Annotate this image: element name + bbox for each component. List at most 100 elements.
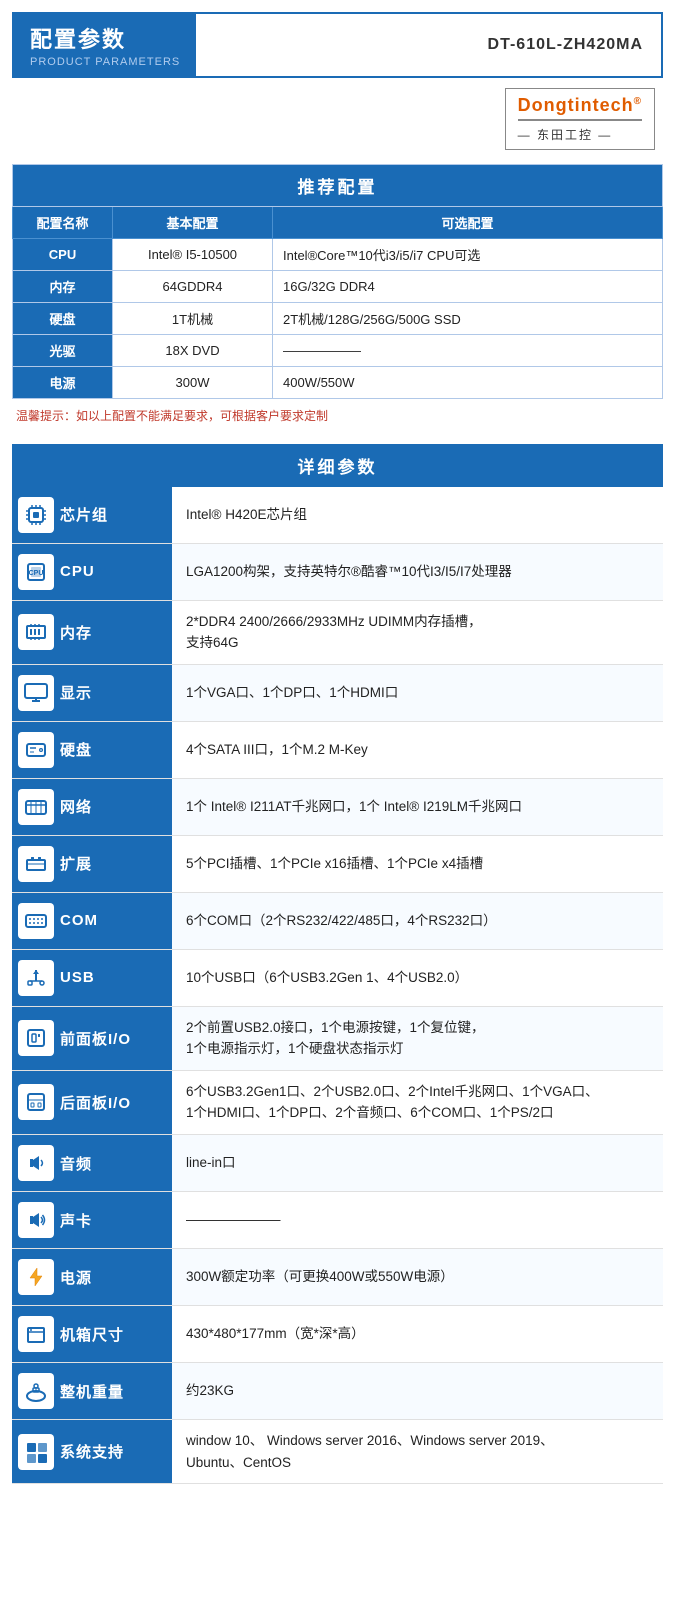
detail-icon-cell-10: 后面板I/O: [12, 1070, 172, 1134]
detail-label-4: 硬盘: [60, 739, 92, 760]
detail-icon-cell-8: USB: [12, 949, 172, 1006]
recommend-table: 推荐配置 配置名称 基本配置 可选配置 CPU Intel® I5-10500 …: [12, 164, 663, 399]
rec-name-0: CPU: [13, 238, 113, 270]
detail-row: 硬盘 4个SATA III口，1个M.2 M-Key: [12, 721, 663, 778]
detail-row: 显示 1个VGA口、1个DP口、1个HDMI口: [12, 664, 663, 721]
detail-icon-8: [18, 960, 54, 996]
detail-value-12: ———————: [172, 1192, 663, 1249]
detail-row: 音频 line-in口: [12, 1135, 663, 1192]
detail-row: 整机重量 约23KG: [12, 1363, 663, 1420]
detail-value-16: window 10、 Windows server 2016、Windows s…: [172, 1420, 663, 1484]
product-code: DT-610L-ZH420MA: [196, 14, 661, 76]
recommend-title: 推荐配置: [13, 164, 663, 206]
header-left: 配置参数 PRODUCT PARAMETERS: [14, 14, 196, 76]
detail-value-14: 430*480*177mm（宽*深*高）: [172, 1306, 663, 1363]
rec-name-4: 电源: [13, 366, 113, 398]
recommend-tip: 温馨提示：如以上配置不能满足要求，可根据客户要求定制: [16, 407, 659, 424]
detail-row: 内存 2*DDR4 2400/2666/2933MHz UDIMM内存插槽，支持…: [12, 600, 663, 664]
detail-icon-6: [18, 846, 54, 882]
detail-label-16: 系统支持: [60, 1441, 124, 1462]
detail-label-3: 显示: [60, 682, 92, 703]
detail-icon-0: [18, 497, 54, 533]
recommend-row: 硬盘 1T机械 2T机械/128G/256G/500G SSD: [13, 302, 663, 334]
rec-basic-2: 1T机械: [113, 302, 273, 334]
detail-row: 机箱尺寸 430*480*177mm（宽*深*高）: [12, 1306, 663, 1363]
rec-name-3: 光驱: [13, 334, 113, 366]
detail-label-11: 音频: [60, 1153, 92, 1174]
col-optional-header: 可选配置: [273, 206, 663, 238]
brand-sub: — 东田工控 —: [518, 126, 613, 143]
recommend-row: 光驱 18X DVD ——————: [13, 334, 663, 366]
detail-icon-cell-2: 内存: [12, 600, 172, 664]
detail-title: 详细参数: [12, 444, 663, 487]
detail-icon-10: [18, 1084, 54, 1120]
rec-optional-4: 400W/550W: [273, 366, 663, 398]
detail-label-10: 后面板I/O: [60, 1092, 131, 1113]
detail-icon-12: [18, 1202, 54, 1238]
recommend-row: 内存 64GDDR4 16G/32G DDR4: [13, 270, 663, 302]
detail-label-5: 网络: [60, 796, 92, 817]
detail-label-2: 内存: [60, 622, 92, 643]
detail-row: 扩展 5个PCI插槽、1个PCIe x16插槽、1个PCIe x4插槽: [12, 835, 663, 892]
detail-label-7: COM: [60, 912, 98, 929]
detail-value-0: Intel® H420E芯片组: [172, 487, 663, 544]
rec-name-1: 内存: [13, 270, 113, 302]
detail-icon-2: [18, 614, 54, 650]
detail-value-1: LGA1200构架，支持英特尔®酷睿™10代I3/I5/I7处理器: [172, 543, 663, 600]
detail-value-7: 6个COM口（2个RS232/422/485口，4个RS232口）: [172, 892, 663, 949]
detail-row: USB 10个USB口（6个USB3.2Gen 1、4个USB2.0）: [12, 949, 663, 1006]
detail-icon-cell-16: 系统支持: [12, 1420, 172, 1484]
detail-table: 芯片组 Intel® H420E芯片组 CPU CPU LGA1200构架，支持…: [12, 487, 663, 1485]
detail-row: 芯片组 Intel® H420E芯片组: [12, 487, 663, 544]
page-title-en: PRODUCT PARAMETERS: [30, 56, 180, 68]
detail-label-8: USB: [60, 969, 95, 986]
rec-basic-1: 64GDDR4: [113, 270, 273, 302]
detail-icon-cell-12: 声卡: [12, 1192, 172, 1249]
detail-icon-cell-7: COM: [12, 892, 172, 949]
detail-label-15: 整机重量: [60, 1381, 124, 1402]
detail-icon-cell-4: 硬盘: [12, 721, 172, 778]
rec-optional-2: 2T机械/128G/256G/500G SSD: [273, 302, 663, 334]
detail-icon-13: [18, 1259, 54, 1295]
detail-section: 详细参数 芯片组 Intel® H420E芯片组 CPU CPU LGA1200…: [12, 444, 663, 1485]
detail-row: CPU CPU LGA1200构架，支持英特尔®酷睿™10代I3/I5/I7处理…: [12, 543, 663, 600]
detail-icon-3: [18, 675, 54, 711]
detail-icon-16: [18, 1434, 54, 1470]
recommend-row: 电源 300W 400W/550W: [13, 366, 663, 398]
detail-icon-7: [18, 903, 54, 939]
detail-value-11: line-in口: [172, 1135, 663, 1192]
detail-icon-cell-6: 扩展: [12, 835, 172, 892]
detail-value-5: 1个 Intel® I211AT千兆网口，1个 Intel® I219LM千兆网…: [172, 778, 663, 835]
detail-icon-9: [18, 1020, 54, 1056]
col-basic-header: 基本配置: [113, 206, 273, 238]
detail-icon-cell-3: 显示: [12, 664, 172, 721]
detail-value-3: 1个VGA口、1个DP口、1个HDMI口: [172, 664, 663, 721]
detail-row: 前面板I/O 2个前置USB2.0接口，1个电源按键，1个复位键，1个电源指示灯…: [12, 1006, 663, 1070]
brand-logo: Dongtintech® — 东田工控 —: [505, 88, 655, 150]
detail-label-13: 电源: [60, 1267, 92, 1288]
brand-text: Dongtintech: [518, 95, 634, 115]
detail-icon-cell-14: 机箱尺寸: [12, 1306, 172, 1363]
detail-value-8: 10个USB口（6个USB3.2Gen 1、4个USB2.0）: [172, 949, 663, 1006]
detail-icon-cell-5: 网络: [12, 778, 172, 835]
detail-value-4: 4个SATA III口，1个M.2 M-Key: [172, 721, 663, 778]
rec-optional-3: ——————: [273, 334, 663, 366]
detail-icon-cell-15: 整机重量: [12, 1363, 172, 1420]
detail-value-2: 2*DDR4 2400/2666/2933MHz UDIMM内存插槽，支持64G: [172, 600, 663, 664]
detail-row: 网络 1个 Intel® I211AT千兆网口，1个 Intel® I219LM…: [12, 778, 663, 835]
rec-name-2: 硬盘: [13, 302, 113, 334]
detail-label-12: 声卡: [60, 1210, 92, 1231]
detail-value-6: 5个PCI插槽、1个PCIe x16插槽、1个PCIe x4插槽: [172, 835, 663, 892]
detail-label-6: 扩展: [60, 853, 92, 874]
rec-basic-0: Intel® I5-10500: [113, 238, 273, 270]
svg-text:CPU: CPU: [29, 570, 44, 577]
detail-icon-14: [18, 1316, 54, 1352]
detail-icon-15: [18, 1373, 54, 1409]
brand-name: Dongtintech®: [518, 95, 642, 116]
detail-icon-5: [18, 789, 54, 825]
detail-value-10: 6个USB3.2Gen1口、2个USB2.0口、2个Intel千兆网口、1个VG…: [172, 1070, 663, 1134]
rec-basic-3: 18X DVD: [113, 334, 273, 366]
detail-icon-4: [18, 732, 54, 768]
detail-value-9: 2个前置USB2.0接口，1个电源按键，1个复位键，1个电源指示灯，1个硬盘状态…: [172, 1006, 663, 1070]
detail-row: 声卡 ———————: [12, 1192, 663, 1249]
